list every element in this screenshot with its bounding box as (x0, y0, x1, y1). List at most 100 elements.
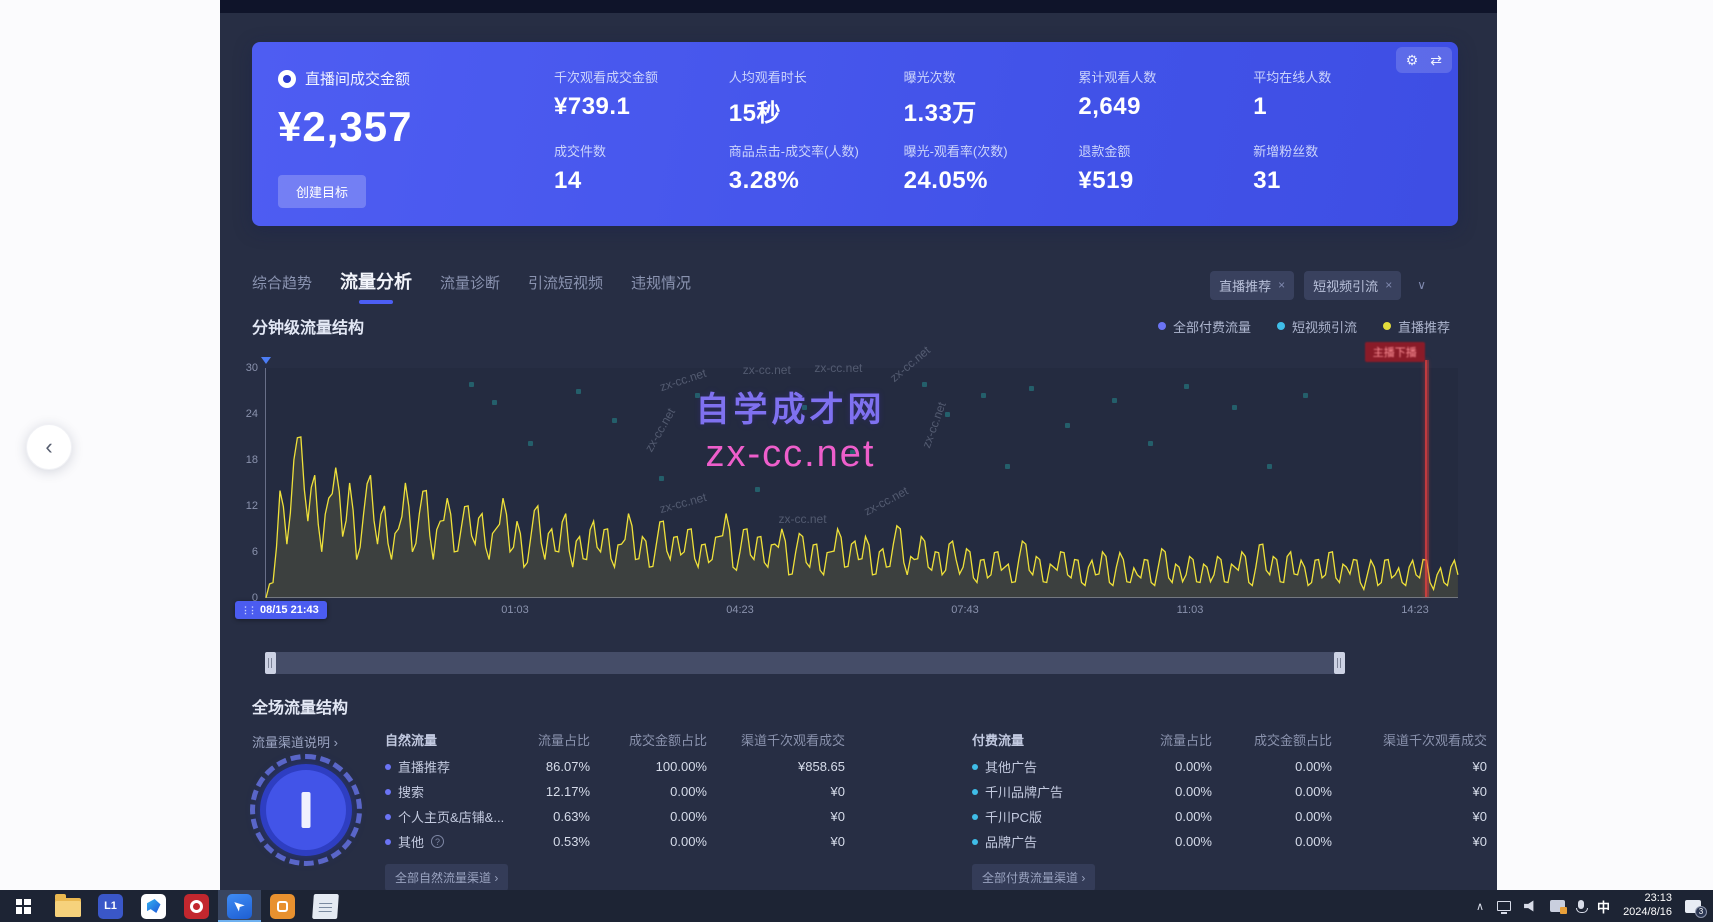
taskbar-app-compass[interactable] (132, 890, 175, 922)
taskbar-app-orange[interactable] (261, 890, 304, 922)
create-goal-button[interactable]: 创建目标 (278, 175, 366, 208)
window-top-strip (220, 0, 1497, 13)
legend-item-paid[interactable]: 全部付费流量 (1158, 317, 1251, 336)
all-natural-channels-link[interactable]: 全部自然流量渠道 › (385, 864, 508, 890)
metric-cell: 退款金额¥519 (1078, 141, 1253, 209)
legend-item-live-recommend[interactable]: 直播推荐 (1383, 317, 1450, 336)
taskbar-app-active[interactable] (218, 890, 261, 922)
taskbar-file-explorer[interactable] (46, 890, 89, 922)
filter-tag-live-recommend[interactable]: 直播推荐 × (1210, 271, 1294, 300)
scatter-point (755, 487, 760, 492)
ime-indicator[interactable]: 中 (1597, 897, 1610, 916)
summary-title-label: 直播间成交金额 (305, 68, 410, 89)
filter-tag-label: 直播推荐 (1219, 276, 1271, 295)
tab-traffic-analysis[interactable]: 流量分析 (340, 268, 412, 302)
scatter-point (1005, 464, 1010, 469)
traffic-minute-chart[interactable]: 30 24 18 12 6 0 自学成才网 zx-cc.net zx-cc.ne… (265, 368, 1458, 598)
metric-cell: 人均观看时长15秒 (729, 67, 904, 135)
table-row: 搜索 12.17% 0.00% ¥0 (385, 779, 845, 804)
target-icon (278, 70, 296, 88)
scatter-point (981, 393, 986, 398)
table-header-row: 付费流量 流量占比 成交金额占比 渠道千次观看成交 (972, 724, 1487, 754)
metric-cell: 千次观看成交金额¥739.1 (554, 67, 729, 135)
chart-header: 分钟级流量结构 全部付费流量 短视频引流 直播推荐 (252, 314, 1450, 338)
all-paid-channels-link[interactable]: 全部付费流量渠道 › (972, 864, 1095, 890)
slider-handle-left[interactable] (265, 652, 276, 674)
line-series-svg (266, 368, 1458, 598)
scatter-point (469, 382, 474, 387)
tab-overall-trend[interactable]: 综合趋势 (252, 272, 312, 301)
paid-traffic-table: 付费流量 流量占比 成交金额占比 渠道千次观看成交 其他广告 0.00% 0.0… (972, 724, 1487, 890)
scatter-point (1148, 441, 1153, 446)
series-dot (972, 814, 978, 820)
table-header-row: 自然流量 流量占比 成交金额占比 渠道千次观看成交 (385, 724, 845, 754)
taskbar-browser[interactable] (175, 890, 218, 922)
tab-short-video[interactable]: 引流短视频 (528, 272, 603, 301)
compass-app-icon (141, 894, 166, 919)
scatter-point (1112, 398, 1117, 403)
tab-violations[interactable]: 违规情况 (631, 272, 691, 301)
donut-disc (260, 764, 352, 856)
y-tick: 12 (230, 500, 258, 512)
speaker-icon[interactable] (1524, 900, 1537, 912)
tray-expand-icon[interactable]: ∧ (1476, 900, 1484, 913)
microphone-icon[interactable] (1578, 900, 1584, 912)
metrics-grid: 千次观看成交金额¥739.1 人均观看时长15秒 曝光次数1.33万 累计观看人… (554, 42, 1428, 226)
filter-tag-label: 短视频引流 (1313, 276, 1378, 295)
series-dot (972, 764, 978, 770)
donut-center-label (302, 792, 311, 828)
scatter-point (1065, 423, 1070, 428)
gmv-value: ¥2,357 (278, 103, 548, 151)
scatter-point (576, 389, 581, 394)
series-dot (385, 789, 391, 795)
page-background: ‹ ⚙ ⇄ 直播间成交金额 ¥2,357 创建目标 千次观看成交金额¥739.1… (0, 0, 1713, 922)
swap-icon[interactable]: ⇄ (1430, 53, 1442, 67)
screenshot-tool-icon[interactable] (1550, 900, 1565, 912)
summary-panel: ⚙ ⇄ 直播间成交金额 ¥2,357 创建目标 千次观看成交金额¥739.1 人… (252, 42, 1458, 226)
series-dot (972, 789, 978, 795)
metric-cell: 商品点击-成交率(人数)3.28% (729, 141, 904, 209)
metric-cell: 累计观看人数2,649 (1078, 67, 1253, 135)
network-icon[interactable] (1497, 901, 1511, 911)
table-row: 其他? 0.53% 0.00% ¥0 (385, 829, 845, 854)
scatter-point (945, 412, 950, 417)
close-icon[interactable]: × (1278, 278, 1285, 292)
notification-badge: 3 (1695, 906, 1707, 918)
y-tick: 18 (230, 454, 258, 466)
tab-traffic-diagnosis[interactable]: 流量诊断 (440, 272, 500, 301)
clock[interactable]: 23:13 2024/8/16 (1623, 892, 1672, 920)
table-row: 其他广告 0.00% 0.00% ¥0 (972, 754, 1487, 779)
y-tick: 6 (230, 546, 258, 558)
metric-cell: 曝光-观看率(次数)24.05% (904, 141, 1079, 209)
l1-app-icon: L1 (98, 894, 123, 919)
range-start-badge[interactable]: ⋮⋮ 08/15 21:43 (235, 601, 327, 619)
metric-cell: 曝光次数1.33万 (904, 67, 1079, 135)
chart-legend: 全部付费流量 短视频引流 直播推荐 (1158, 317, 1450, 336)
chart-range-slider[interactable] (265, 652, 1345, 674)
start-button[interactable] (0, 890, 46, 922)
back-button[interactable]: ‹ (26, 424, 72, 470)
help-icon[interactable]: ? (431, 835, 444, 848)
legend-item-short-video[interactable]: 短视频引流 (1277, 317, 1357, 336)
scatter-point (1267, 464, 1272, 469)
legend-dot (1158, 322, 1166, 330)
scatter-point (528, 441, 533, 446)
system-tray: ∧ 中 23:13 2024/8/16 3 (1476, 892, 1713, 920)
folder-icon (55, 898, 81, 917)
traffic-section-title: 全场流量结构 (252, 694, 348, 718)
metric-cell: 新增粉丝数31 (1253, 141, 1428, 209)
traffic-donut-chart (246, 752, 374, 876)
natural-traffic-table: 自然流量 流量占比 成交金额占比 渠道千次观看成交 直播推荐 86.07% 10… (385, 724, 845, 890)
taskbar-app-l1[interactable]: L1 (89, 890, 132, 922)
taskbar-notepad[interactable] (304, 890, 347, 922)
orange-app-icon (270, 894, 295, 919)
slider-handle-right[interactable] (1334, 652, 1345, 674)
metric-cell: 成交件数14 (554, 141, 729, 209)
chevron-down-icon[interactable]: ∨ (1411, 274, 1432, 296)
channel-help-link[interactable]: 流量渠道说明 › (252, 732, 338, 751)
filter-tag-short-video[interactable]: 短视频引流 × (1304, 271, 1401, 300)
scatter-point (1029, 386, 1034, 391)
notification-icon[interactable]: 3 (1685, 900, 1701, 913)
close-icon[interactable]: × (1385, 278, 1392, 292)
x-axis-labels: 01:03 04:23 07:43 11:03 14:23 (265, 604, 1458, 620)
